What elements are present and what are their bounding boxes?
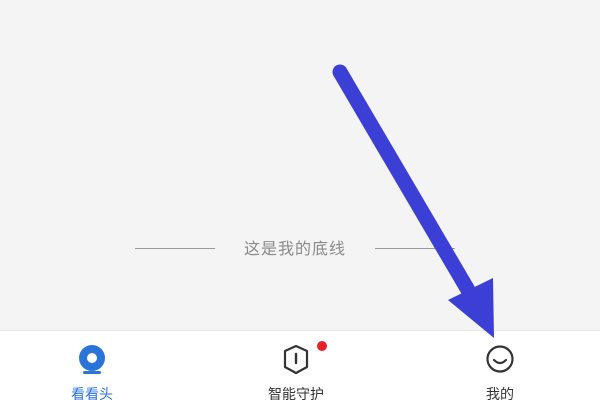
notification-badge	[316, 340, 328, 352]
end-of-list-text: 这是我的底线	[243, 239, 346, 258]
divider-line-right	[375, 248, 455, 249]
tab-mine[interactable]: 我的	[440, 331, 560, 400]
profile-icon	[486, 345, 514, 373]
tab-smart-guard[interactable]: 智能守护	[236, 331, 356, 400]
bottom-tab-bar: 看看头 智能守护 我的	[0, 330, 600, 400]
app-screen: 这是我的底线 看看头 智能守护 我的	[0, 0, 600, 400]
divider-line-left	[135, 248, 215, 249]
end-of-list-divider: 这是我的底线	[0, 236, 600, 262]
tab-label: 我的	[486, 387, 514, 400]
content-area: 这是我的底线	[0, 0, 600, 330]
tab-watch[interactable]: 看看头	[32, 331, 152, 400]
tab-label: 看看头	[71, 387, 113, 400]
camera-lens-icon	[79, 345, 105, 374]
shield-icon	[283, 344, 309, 375]
tab-label: 智能守护	[268, 387, 324, 400]
